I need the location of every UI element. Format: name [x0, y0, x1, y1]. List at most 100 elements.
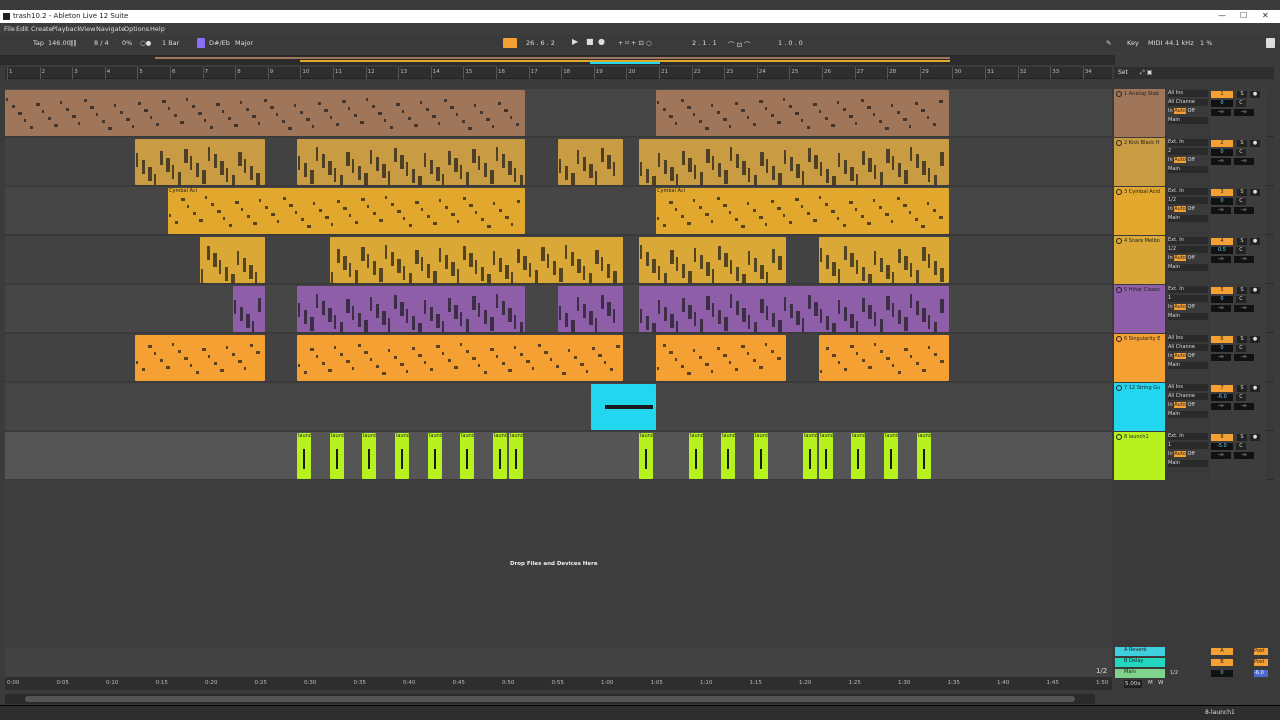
monitor-auto[interactable]: Auto [1174, 108, 1186, 114]
solo-button[interactable]: S [1237, 140, 1247, 147]
clip-singularity[interactable] [297, 335, 623, 381]
track-lane-launch[interactable]: launc launc launc launc launc launc launc launc… [5, 432, 1112, 480]
track-name-header[interactable]: 6 Singularity E [1114, 334, 1165, 382]
solo-button[interactable]: S [1237, 287, 1247, 294]
monitor-in[interactable]: In [1168, 108, 1173, 114]
output-select[interactable]: Main [1168, 215, 1208, 222]
solo-button[interactable]: S [1237, 434, 1247, 441]
horizontal-scrollbar[interactable] [5, 694, 1095, 704]
pan-field[interactable]: C [1236, 443, 1246, 450]
post-button[interactable]: Post [1254, 648, 1268, 655]
menu-file[interactable]: File [4, 25, 15, 33]
clip-hihat[interactable] [233, 286, 265, 332]
loop-start[interactable]: 2 . 1 . 1 [692, 39, 717, 47]
clip-singularity[interactable] [656, 335, 786, 381]
track-lane-kick[interactable] [5, 138, 1112, 186]
solo-button[interactable]: S [1237, 238, 1247, 245]
clip-launch[interactable]: launc [721, 433, 735, 479]
track-activator[interactable]: 4 [1211, 238, 1233, 245]
send-b[interactable]: -∞ [1234, 305, 1254, 312]
volume-field[interactable]: 0.5 [1211, 247, 1233, 254]
w-button[interactable]: W [1158, 680, 1163, 686]
pan-field[interactable]: C [1236, 247, 1246, 254]
arm-button[interactable]: ● [1250, 189, 1260, 196]
arm-button[interactable]: ● [1250, 385, 1260, 392]
monitor-off[interactable]: Off [1187, 304, 1194, 310]
menu-navigate[interactable]: Navigate [96, 25, 125, 33]
monitor-buttons[interactable]: In Auto Off [1168, 402, 1208, 409]
fold-icon[interactable] [1116, 189, 1122, 195]
overdub-icons[interactable]: + ⌑ + ⊡ ○ [618, 39, 652, 47]
track-name-header[interactable]: 1 Analog Stab [1114, 89, 1165, 137]
monitor-buttons[interactable]: In Auto Off [1168, 353, 1208, 360]
monitor-off[interactable]: Off [1187, 353, 1194, 359]
clip-launch[interactable]: launc [428, 433, 442, 479]
track-activator[interactable]: 1 [1211, 91, 1233, 98]
clip-kick[interactable] [297, 139, 525, 185]
play-icon[interactable]: ▶ [572, 37, 578, 46]
input-channel-select[interactable]: 1 [1168, 295, 1208, 302]
drop-area[interactable]: Drop Files and Devices Here [5, 481, 1112, 647]
track-activator[interactable]: 6 [1211, 336, 1233, 343]
arm-button[interactable]: ● [1250, 336, 1260, 343]
clip-kick[interactable] [639, 139, 949, 185]
monitor-buttons[interactable]: In Auto Off [1168, 108, 1208, 115]
output-select[interactable]: Main [1168, 460, 1208, 467]
track-lane-hihat[interactable] [5, 285, 1112, 333]
mixer-track[interactable]: 5 Hihat Closec Ext. In 1 In Auto Off Mai… [1114, 285, 1274, 333]
volume-field[interactable]: 0 [1211, 149, 1233, 156]
track-name-header[interactable]: 8 launch1 [1114, 432, 1165, 480]
monitor-in[interactable]: In [1168, 353, 1173, 359]
return-activator[interactable]: B [1211, 659, 1233, 666]
track-name-header[interactable]: 2 Kick Black H [1114, 138, 1165, 186]
input-channel-select[interactable]: 1/2 [1168, 197, 1208, 204]
clip-launch[interactable]: launc [330, 433, 344, 479]
output-select[interactable]: Main [1168, 117, 1208, 124]
input-channel-select[interactable]: 1/2 [1168, 246, 1208, 253]
post-button[interactable]: Post [1254, 659, 1268, 666]
monitor-auto[interactable]: Auto [1174, 353, 1186, 359]
track-name-header[interactable]: 4 Snare Melbo [1114, 236, 1165, 284]
key-map-button[interactable]: Key [1127, 39, 1139, 47]
scale-select[interactable]: Major [235, 39, 253, 47]
bar-ruler[interactable]: 1 2 3 4 5 6 7 8 9 10 11 12 13 14 15 16 17 18 19 20 21 22 23 24 2… [5, 67, 1112, 79]
swing-field[interactable]: 0% [122, 39, 132, 47]
clip-hihat[interactable] [297, 286, 525, 332]
send-b[interactable]: -∞ [1234, 452, 1254, 459]
minimize-button[interactable]: — [1218, 11, 1226, 20]
clip-launch[interactable]: launc [689, 433, 703, 479]
menu-create[interactable]: Create [31, 25, 53, 33]
quantize-select[interactable]: 1 Bar [162, 39, 179, 47]
monitor-off[interactable]: Off [1187, 157, 1194, 163]
input-type-select[interactable]: Ext. In [1168, 286, 1208, 293]
expand-icon[interactable]: ⤢ ▣ [1140, 69, 1152, 77]
monitor-in[interactable]: In [1168, 206, 1173, 212]
clip-launch[interactable]: launc [460, 433, 474, 479]
main-io[interactable]: 1/2 [1170, 670, 1178, 676]
volume-field[interactable]: -5.0 [1211, 443, 1233, 450]
fold-icon[interactable] [1116, 434, 1122, 440]
record-icon[interactable]: ● [598, 37, 605, 46]
pan-field[interactable]: C [1236, 149, 1246, 156]
track-lane-singularity[interactable] [5, 334, 1112, 382]
send-b[interactable]: -∞ [1234, 354, 1254, 361]
track-lane-analog-stab[interactable] [5, 89, 1112, 137]
clip-launch[interactable]: launc [639, 433, 653, 479]
input-type-select[interactable]: Ext. In [1168, 433, 1208, 440]
track-activator[interactable]: 3 [1211, 189, 1233, 196]
arm-button[interactable]: ● [1250, 287, 1260, 294]
monitor-buttons[interactable]: In Auto Off [1168, 157, 1208, 164]
send-b[interactable]: -∞ [1234, 109, 1254, 116]
set-button[interactable]: Set [1118, 69, 1128, 76]
track-lane-snare[interactable] [5, 236, 1112, 284]
monitor-buttons[interactable]: In Auto Off [1168, 255, 1208, 262]
mixer-track[interactable]: 1 Analog Stab All Ins All Channe In Auto… [1114, 89, 1274, 137]
return-track[interactable]: B Delay B Post [1114, 658, 1274, 668]
clip-launch[interactable]: launc [493, 433, 507, 479]
menu-playback[interactable]: Playback [52, 25, 81, 33]
tap-button[interactable]: Tap [33, 39, 44, 47]
metronome-icon[interactable]: ‖‖ [70, 39, 77, 47]
return-activator[interactable]: A [1211, 648, 1233, 655]
monitor-off[interactable]: Off [1187, 255, 1194, 261]
pan-field[interactable]: C [1236, 296, 1246, 303]
